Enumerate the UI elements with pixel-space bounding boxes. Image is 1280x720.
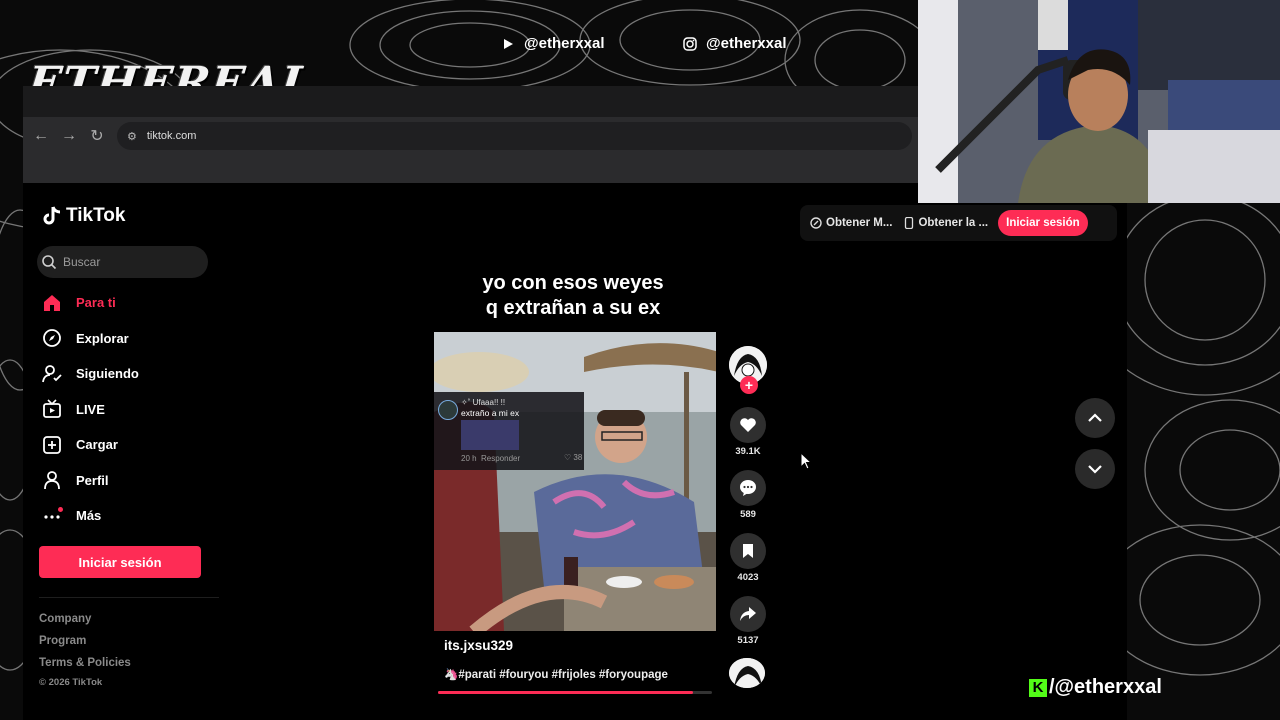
- profile-icon: [41, 469, 63, 491]
- follow-plus-button[interactable]: +: [740, 376, 758, 394]
- save-count: 4023: [737, 572, 759, 583]
- tiktok-logo[interactable]: TikTok: [42, 205, 125, 227]
- comment-count: 589: [740, 509, 756, 520]
- sidebar-item-live[interactable]: LIVE: [41, 392, 139, 428]
- previous-video-button[interactable]: [1075, 398, 1115, 438]
- sidebar-login-button[interactable]: Iniciar sesión: [39, 546, 201, 578]
- instagram-handle: @etherxxal: [682, 35, 787, 52]
- comment-image: [461, 420, 519, 450]
- heart-outline-icon: ♡: [564, 453, 572, 462]
- compass-icon: [41, 327, 63, 349]
- tiktok-page: TikTok Buscar Para ti Explorar Siguiendo…: [23, 183, 1127, 720]
- footer-link-company[interactable]: Company: [39, 613, 91, 625]
- phone-icon: [905, 217, 914, 229]
- next-video-button[interactable]: [1075, 449, 1115, 489]
- footer-link-terms[interactable]: Terms & Policies: [39, 657, 131, 669]
- streamer-webcam: [918, 0, 1280, 203]
- get-app-button[interactable]: Obtener la ...: [904, 217, 988, 229]
- kick-logo-icon: K: [1029, 678, 1047, 697]
- share-arrow-icon: [740, 607, 756, 621]
- video-player[interactable]: ✧˚ Ufaaa!! !! extraño a mi ex 20 h Respo…: [434, 332, 716, 631]
- video-progress-fill: [438, 691, 693, 694]
- kick-handle: K /@etherxxal: [1029, 676, 1162, 699]
- youtube-handle: @etherxxal: [500, 35, 605, 52]
- header-login-button[interactable]: Iniciar sesión: [998, 210, 1088, 236]
- coin-icon: [810, 217, 822, 229]
- following-icon: [41, 363, 63, 385]
- get-coins-button[interactable]: Obtener M...: [810, 217, 892, 229]
- top-right-actions: Obtener M... Obtener la ... Iniciar sesi…: [800, 205, 1117, 241]
- more-icon: [41, 505, 63, 527]
- video-caption: yo con esos weyes q extrañan a su ex: [482, 272, 664, 319]
- bookmarks-bar: [23, 155, 918, 183]
- video-hashtags[interactable]: 🦄#parati #fouryou #frijoles #foryoupage: [444, 667, 668, 681]
- browser-toolbar: ← → ↻ ⚙ tiktok.com: [23, 117, 918, 155]
- sidebar-item-explorar[interactable]: Explorar: [41, 321, 139, 357]
- webcam-image: [918, 0, 1280, 203]
- forward-icon[interactable]: →: [55, 122, 83, 150]
- sidebar-item-para-ti[interactable]: Para ti: [41, 285, 139, 321]
- instagram-icon: [682, 36, 698, 52]
- like-button[interactable]: 39.1K: [729, 407, 767, 457]
- site-settings-icon[interactable]: ⚙: [127, 130, 137, 143]
- tiktok-note-icon: [43, 206, 61, 225]
- address-bar[interactable]: ⚙ tiktok.com: [117, 122, 912, 150]
- back-icon[interactable]: ←: [27, 122, 55, 150]
- save-button[interactable]: 4023: [729, 533, 767, 583]
- sidebar-item-siguiendo[interactable]: Siguiendo: [41, 356, 139, 392]
- chevron-down-icon: [1088, 465, 1102, 474]
- search-input[interactable]: Buscar: [37, 246, 208, 278]
- video-author[interactable]: its.jxsu329: [444, 638, 513, 653]
- search-placeholder: Buscar: [63, 255, 101, 269]
- tab-strip: [23, 86, 918, 117]
- like-count: 39.1K: [735, 446, 761, 457]
- comment-reply-overlay: ✧˚ Ufaaa!! !! extraño a mi ex 20 h Respo…: [434, 392, 584, 470]
- home-icon: [41, 292, 63, 314]
- browser-window-chrome: ← → ↻ ⚙ tiktok.com: [23, 86, 918, 183]
- notification-dot: [58, 506, 63, 512]
- video-frame-image: [434, 332, 716, 631]
- share-count: 5137: [737, 635, 759, 646]
- comment-button[interactable]: 589: [729, 470, 767, 520]
- mouse-cursor: [800, 451, 813, 475]
- footer-link-program[interactable]: Program: [39, 635, 86, 647]
- bookmark-icon: [743, 544, 753, 558]
- comment-icon: [740, 480, 756, 496]
- sidebar-item-perfil[interactable]: Perfil: [41, 463, 139, 499]
- address-bar-url: tiktok.com: [146, 130, 197, 142]
- chevron-up-icon: [1088, 413, 1102, 422]
- reload-icon[interactable]: ↻: [83, 122, 111, 150]
- search-icon: [42, 255, 57, 270]
- commenter-avatar: [438, 400, 458, 420]
- live-icon: [41, 398, 63, 420]
- sidebar-divider: [39, 597, 219, 598]
- share-button[interactable]: 5137: [729, 596, 767, 646]
- next-author-avatar[interactable]: [729, 658, 765, 688]
- sidebar-item-cargar[interactable]: Cargar: [41, 427, 139, 463]
- heart-icon: [740, 418, 756, 432]
- video-progress-bar[interactable]: [438, 691, 712, 694]
- footer-copyright: © 2026 TikTok: [39, 677, 103, 688]
- sidebar-nav: Para ti Explorar Siguiendo LIVE Cargar P…: [41, 285, 139, 534]
- play-icon: [500, 36, 516, 52]
- upload-icon: [41, 434, 63, 456]
- comment-likes: ♡ 38: [564, 453, 583, 462]
- sidebar-item-mas[interactable]: Más: [41, 498, 139, 534]
